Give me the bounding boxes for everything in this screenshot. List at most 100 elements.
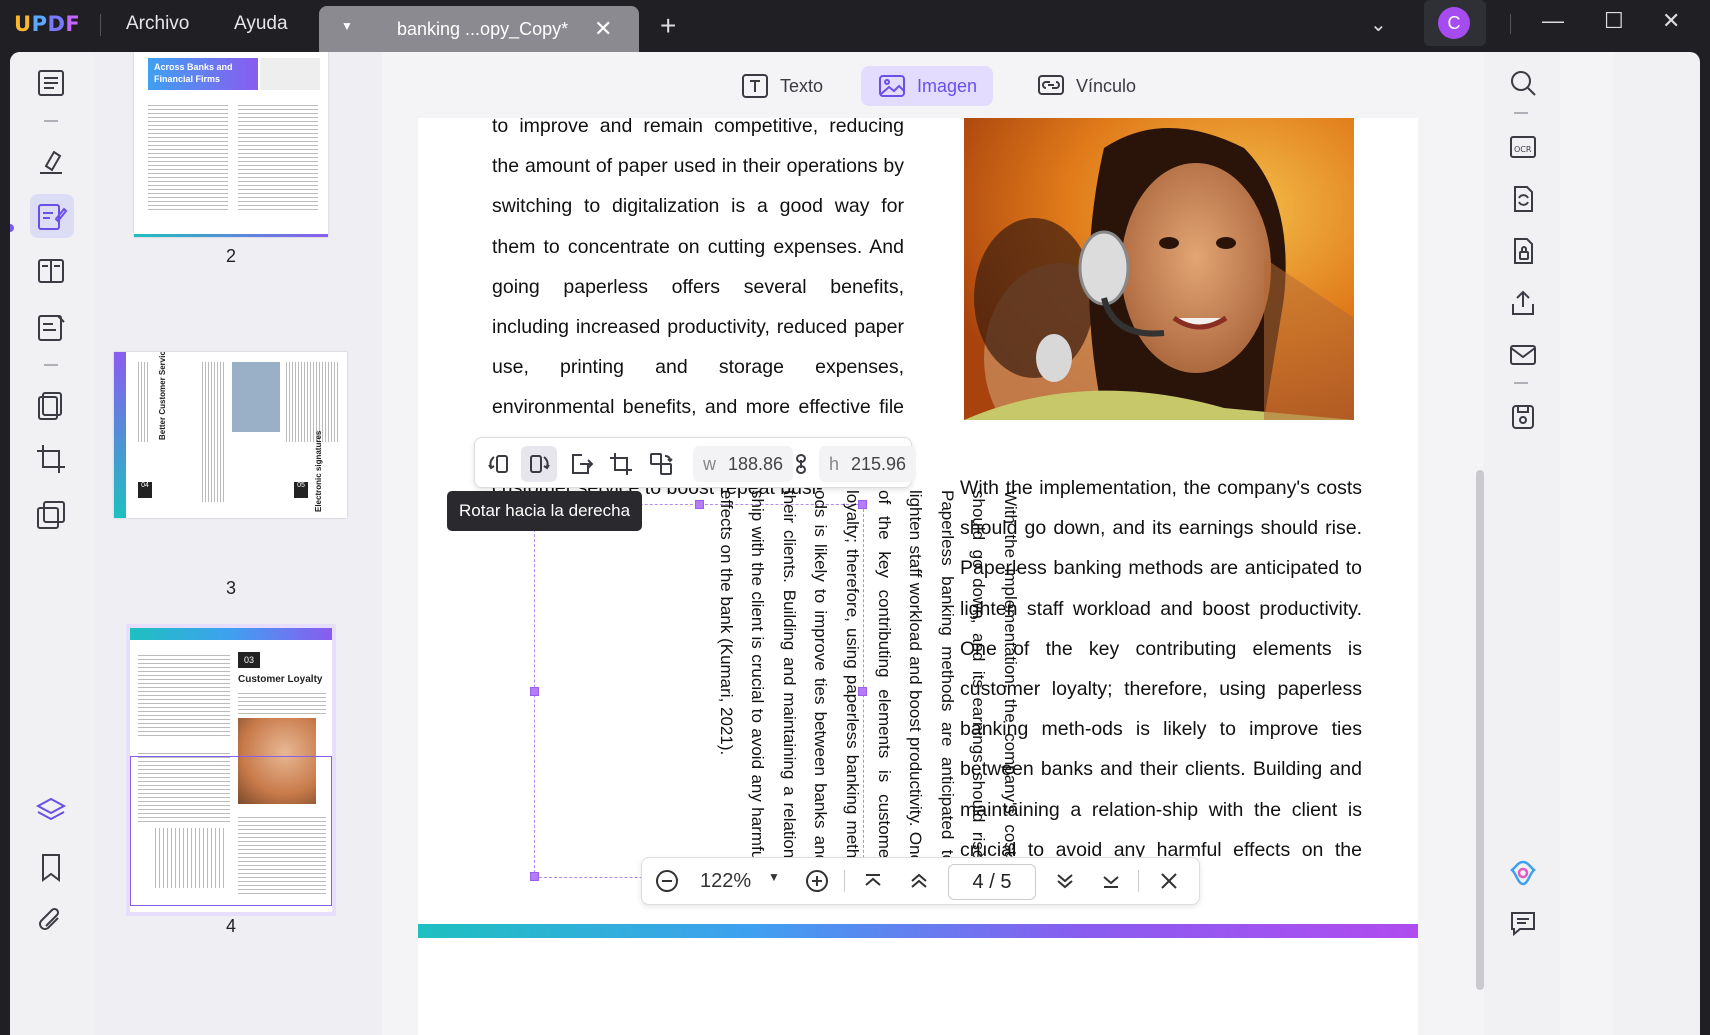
image-tool-button[interactable]: Imagen	[861, 66, 994, 106]
thumbnail-label-2: 2	[226, 246, 237, 266]
headset-photo[interactable]	[964, 118, 1354, 420]
zoom-level[interactable]: 122%	[700, 870, 751, 893]
thumb3-image	[232, 362, 280, 432]
thumb2-heading: Across Banks and Financial Firms	[148, 58, 258, 90]
rotated-paragraph: With the implementation, the company's c…	[716, 490, 1020, 864]
text-tool-button[interactable]: Texto	[724, 66, 839, 106]
close-navigation-icon[interactable]	[1156, 868, 1182, 900]
last-page-icon[interactable]	[1098, 868, 1124, 900]
save-icon[interactable]	[1508, 402, 1538, 432]
svg-text:OCR: OCR	[1514, 145, 1532, 154]
comments-icon[interactable]	[1508, 908, 1538, 938]
updf-logo: UPDF	[14, 12, 81, 36]
thumbnail-page-4-selected[interactable]: 03 Customer Loyalty	[126, 624, 336, 916]
zoom-dropdown-icon[interactable]: ▼	[768, 870, 780, 884]
resize-handle-bl[interactable]	[530, 872, 539, 881]
resize-handle-mr[interactable]	[858, 687, 867, 696]
organize-pages-icon[interactable]	[34, 388, 68, 422]
lock-aspect-ratio-icon[interactable]	[783, 446, 819, 482]
left-toolbar	[10, 52, 94, 1035]
minimize-icon[interactable]: —	[1542, 8, 1564, 34]
page-separator: /	[989, 871, 995, 893]
total-pages: 5	[1000, 871, 1012, 893]
ocr-icon[interactable]: OCR	[1508, 132, 1538, 162]
thumb4-subtext	[238, 690, 326, 714]
left-divider-2	[44, 364, 58, 366]
search-icon[interactable]	[1508, 68, 1538, 98]
thumb4-heading: Customer Loyalty	[238, 674, 323, 685]
resize-handle-tr[interactable]	[858, 500, 867, 509]
thumb4-viewport-indicator	[130, 756, 332, 906]
thumb3-num-a: 04	[138, 482, 152, 498]
thumbnail-label-4: 4	[226, 916, 237, 936]
link-tool-label: Vínculo	[1076, 75, 1137, 96]
zoom-in-icon[interactable]	[804, 868, 830, 900]
height-field[interactable]: h 215.96	[819, 446, 917, 482]
left-divider	[44, 120, 58, 122]
thumbnail-page-3[interactable]: 04 Better Customer Services and Communic…	[114, 352, 347, 518]
rotate-right-tooltip: Rotar hacia la derecha	[447, 491, 643, 531]
first-page-icon[interactable]	[860, 868, 886, 900]
menu-ayuda[interactable]: Ayuda	[234, 13, 288, 35]
rotated-text-wrapper: With the implementation, the company's c…	[700, 490, 1030, 864]
rotate-right-icon[interactable]	[521, 446, 557, 482]
link-tool-button[interactable]: Vínculo	[1020, 66, 1152, 106]
edit-pdf-icon[interactable]	[34, 199, 68, 233]
tab-close-icon[interactable]: ✕	[594, 16, 612, 42]
email-icon[interactable]	[1508, 340, 1538, 370]
width-value: 188.86	[728, 453, 784, 474]
text-tool-icon	[742, 74, 768, 98]
thumbnail-panel: Across Banks and Financial Firms 2 04 Be…	[94, 52, 382, 1035]
tabs-overflow-chevron-icon[interactable]: ⌄	[1370, 12, 1387, 37]
rotate-left-icon[interactable]	[481, 446, 517, 482]
height-value: 215.96	[851, 453, 907, 474]
thumb3-side-bar	[114, 352, 126, 518]
thumbnail-page-2[interactable]: Across Banks and Financial Firms	[134, 52, 328, 237]
title-bar: UPDF Archivo Ayuda ▼ banking ...opy_Copy…	[0, 0, 1710, 52]
page-footer-gradient	[418, 924, 1418, 938]
new-tab-icon[interactable]: +	[660, 10, 676, 42]
height-label: h	[829, 453, 840, 474]
document-tab[interactable]: ▼ banking ...opy_Copy* ✕	[319, 6, 639, 52]
maximize-icon[interactable]: ☐	[1604, 8, 1624, 34]
next-page-icon[interactable]	[1052, 868, 1078, 900]
bookmark-icon[interactable]	[34, 850, 68, 884]
extract-image-icon[interactable]	[563, 446, 599, 482]
ai-assistant-icon[interactable]	[1508, 858, 1538, 888]
link-tool-icon	[1038, 75, 1064, 95]
title-separator	[100, 14, 101, 36]
thumb4-text-top	[138, 652, 230, 738]
layers-icon[interactable]	[34, 794, 68, 828]
resize-handle-tm[interactable]	[695, 500, 704, 509]
comment-highlighter-icon[interactable]	[34, 144, 68, 178]
page-organize-icon[interactable]	[34, 254, 68, 288]
image-context-toolbar: w 188.86 h 215.96	[474, 437, 917, 488]
crop-image-icon[interactable]	[603, 446, 639, 482]
image-tool-label: Imagen	[917, 75, 978, 96]
form-icon[interactable]	[34, 310, 68, 344]
previous-page-icon[interactable]	[906, 868, 932, 900]
crop-pages-icon[interactable]	[34, 442, 68, 476]
convert-icon[interactable]	[1508, 184, 1538, 214]
resize-handle-ml[interactable]	[530, 687, 539, 696]
attachment-icon[interactable]	[34, 904, 68, 938]
reader-icon[interactable]	[34, 66, 68, 100]
edit-toolbar: Texto Imagen Vínculo	[382, 52, 1614, 116]
rotated-text-box[interactable]: With the implementation, the company's c…	[530, 490, 1020, 881]
avatar: C	[1438, 7, 1470, 39]
account-button[interactable]: C	[1424, 0, 1486, 46]
zoom-out-icon[interactable]	[654, 868, 680, 900]
tab-dropdown-icon[interactable]: ▼	[341, 19, 353, 33]
protect-icon[interactable]	[1508, 236, 1538, 266]
batch-icon[interactable]	[34, 498, 68, 532]
share-icon[interactable]	[1508, 288, 1538, 318]
close-window-icon[interactable]: ✕	[1662, 8, 1680, 34]
replace-image-icon[interactable]	[643, 446, 679, 482]
menu-archivo[interactable]: Archivo	[126, 13, 189, 35]
thumb3-lines-a	[136, 362, 150, 442]
width-field[interactable]: w 188.86	[693, 446, 794, 482]
zoom-separator-2	[1138, 870, 1139, 892]
page-number-field[interactable]: 4 / 5	[948, 864, 1036, 900]
vertical-scrollbar[interactable]	[1476, 470, 1484, 990]
right-divider-2	[1514, 382, 1528, 384]
